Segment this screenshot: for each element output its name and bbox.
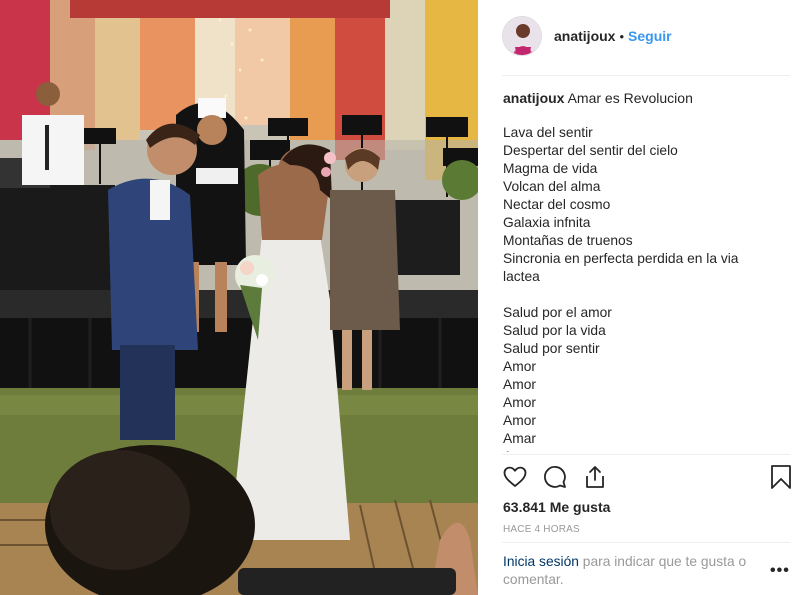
username-link[interactable]: anatijoux (554, 28, 615, 44)
separator-dot: • (619, 28, 625, 44)
wedding-photo-illustration (0, 0, 478, 595)
likes-count[interactable]: 63.841 Me gusta (503, 499, 610, 515)
login-prompt: Inicia sesión para indicar que te gusta … (503, 553, 761, 589)
more-options-icon[interactable]: ••• (770, 562, 790, 580)
caption-username[interactable]: anatijoux (503, 90, 564, 106)
avatar[interactable] (502, 16, 542, 56)
comment-icon[interactable] (542, 464, 568, 490)
post-timestamp[interactable]: HACE 4 HORAS (503, 524, 580, 535)
bookmark-icon[interactable] (768, 464, 794, 490)
caption-scroll-area[interactable]: anatijoux Amar es Revolucion Lava del se… (503, 89, 773, 452)
action-bar (502, 464, 792, 490)
caption-title: Amar es Revolucion (567, 90, 693, 106)
login-link[interactable]: Inicia sesión (503, 554, 579, 569)
avatar-image (503, 17, 541, 55)
post-photo[interactable] (0, 0, 478, 595)
post-side-panel: anatijoux • Seguir anatijoux Amar es Rev… (478, 0, 796, 595)
login-divider (502, 542, 790, 543)
heart-icon[interactable] (502, 464, 528, 490)
share-icon[interactable] (582, 464, 608, 490)
caption-text: Lava del sentir Despertar del sentir del… (503, 125, 739, 452)
caption-header: anatijoux Amar es Revolucion (503, 89, 773, 107)
post-header: anatijoux • Seguir (502, 16, 672, 56)
actions-divider (502, 454, 790, 455)
header-divider (502, 75, 790, 76)
follow-button[interactable]: Seguir (628, 28, 672, 44)
